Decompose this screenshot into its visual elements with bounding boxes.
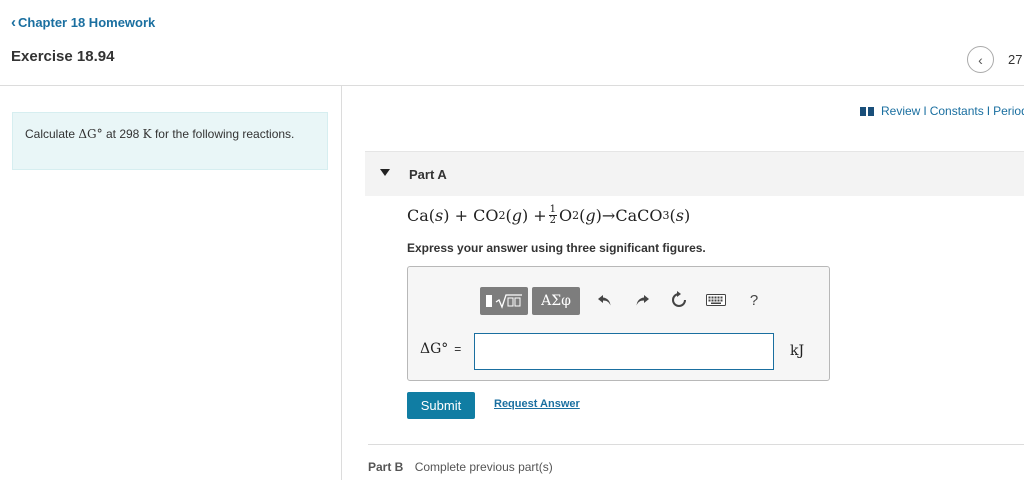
equals-sign: = xyxy=(454,342,462,356)
part-b-divider xyxy=(368,444,1024,445)
review-links: Review I Constants I Periodic Table xyxy=(860,104,1024,118)
greek-symbols-button[interactable]: ΑΣφ xyxy=(532,287,580,315)
submit-button[interactable]: Submit xyxy=(407,392,475,419)
reset-icon[interactable] xyxy=(668,289,690,311)
question-delta-g: ΔG° xyxy=(78,127,103,141)
eq-state: g xyxy=(511,206,522,225)
exercise-title: Exercise 18.94 xyxy=(11,48,115,65)
eq-text: ) + CO xyxy=(443,206,499,225)
back-link-label: Chapter 18 Homework xyxy=(18,15,156,30)
part-a-title: Part A xyxy=(409,167,447,182)
book-icon xyxy=(860,106,874,116)
eq-state: s xyxy=(675,206,684,225)
undo-icon[interactable] xyxy=(594,289,616,311)
eq-state: s xyxy=(435,206,444,225)
question-suffix: for the following reactions. xyxy=(151,127,295,141)
link-separator: I xyxy=(923,104,927,118)
question-kelvin: K xyxy=(142,127,152,141)
chevron-left-icon: ‹ xyxy=(978,51,983,68)
review-link[interactable]: Review xyxy=(881,104,920,118)
back-to-chapter-link[interactable]: ‹ Chapter 18 Homework xyxy=(11,15,155,30)
answer-variable: ΔG° xyxy=(420,341,449,357)
eq-subscript: 3 xyxy=(662,209,670,222)
eq-text: Ca( xyxy=(407,206,436,225)
question-sidebar: Calculate ΔG° at 298 K for the following… xyxy=(0,86,342,480)
question-middle: at 298 xyxy=(102,127,143,141)
request-answer-link[interactable]: Request Answer xyxy=(494,398,580,410)
chevron-left-icon: ‹ xyxy=(11,14,16,31)
part-b-label: Part B xyxy=(368,460,404,474)
exercise-position: 27 xyxy=(1008,52,1023,67)
eq-frac-den: 2 xyxy=(549,215,557,226)
reaction-equation: Ca(s) + CO 2(g) + 12 O 2(g)→CaCO 3(s) xyxy=(407,205,690,226)
question-prefix: Calculate xyxy=(25,127,79,141)
eq-subscript: 2 xyxy=(572,209,580,222)
collapse-triangle-icon[interactable] xyxy=(380,169,390,176)
previous-exercise-button[interactable]: ‹ xyxy=(967,46,994,73)
radical-template-icon xyxy=(495,294,522,309)
eq-text: ) xyxy=(683,206,691,225)
part-a-header[interactable]: Part A xyxy=(365,151,1024,196)
answer-label: ΔG° = xyxy=(420,341,461,357)
redo-icon[interactable] xyxy=(631,289,653,311)
unit-label: kJ xyxy=(790,343,805,359)
part-b-row: Part B Complete previous part(s) xyxy=(368,460,553,474)
eq-subscript: 2 xyxy=(498,209,506,222)
templates-button[interactable] xyxy=(480,287,528,315)
answer-input[interactable] xyxy=(474,333,774,370)
answer-instruction: Express your answer using three signific… xyxy=(407,241,706,255)
help-icon[interactable]: ? xyxy=(743,289,765,311)
question-prompt: Calculate ΔG° at 298 K for the following… xyxy=(12,112,328,170)
part-b-status: Complete previous part(s) xyxy=(414,460,553,474)
periodic-table-link[interactable]: Periodic Table xyxy=(993,104,1024,118)
constants-link[interactable]: Constants xyxy=(930,104,984,118)
eq-text: )→CaCO xyxy=(595,206,663,225)
eq-fraction: 12 xyxy=(548,205,558,226)
answer-panel: ΑΣφ ? ΔG° = kJ xyxy=(407,266,830,381)
link-separator: I xyxy=(986,104,991,118)
template-block-icon xyxy=(485,295,492,307)
eq-text: O xyxy=(559,206,573,225)
eq-text: ) + xyxy=(521,206,547,225)
eq-state: g xyxy=(585,206,596,225)
keyboard-icon[interactable] xyxy=(704,289,728,311)
